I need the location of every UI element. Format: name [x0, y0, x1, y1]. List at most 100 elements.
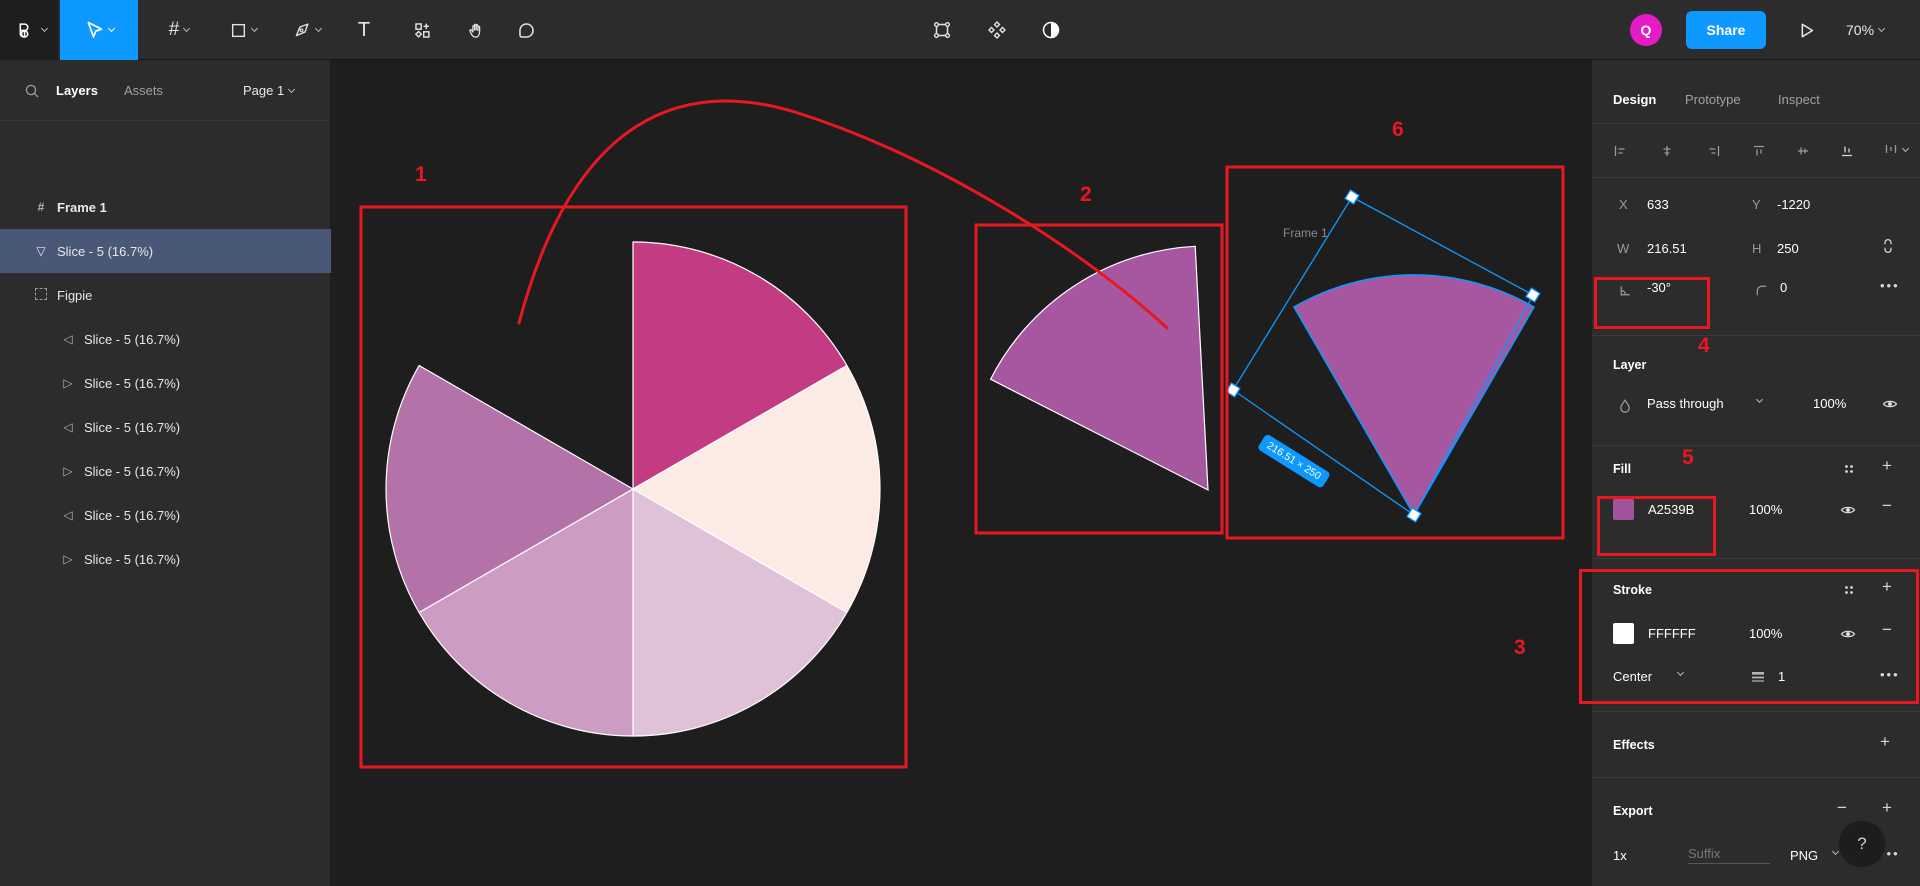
align-top-icon[interactable] [1752, 144, 1766, 158]
layer-name: Slice - 5 (16.7%) [84, 552, 180, 567]
layer-row-slice[interactable]: ▷ Slice - 5 (16.7%) [0, 537, 331, 581]
present-button[interactable] [1786, 0, 1826, 60]
layer-row-slice[interactable]: ◁ Slice - 5 (16.7%) [0, 493, 331, 537]
eye-icon[interactable] [1840, 626, 1856, 642]
corner-radius-input[interactable]: 0 [1780, 280, 1787, 295]
share-button[interactable]: Share [1686, 11, 1766, 49]
layer-section: Layer Pass through 100% [1592, 336, 1920, 446]
layer-row-slice[interactable]: ◁ Slice - 5 (16.7%) [0, 405, 331, 449]
fill-opacity-input[interactable]: 100% [1749, 502, 1782, 517]
stroke-more-options-icon[interactable]: ••• [1880, 667, 1900, 682]
mask-button[interactable] [1031, 0, 1071, 60]
zoom-menu[interactable]: 70% [1846, 0, 1884, 60]
layer-row-slice-selected[interactable]: ▽ Slice - 5 (16.7%) [0, 229, 331, 273]
tidy-up-icon [1884, 142, 1898, 156]
tab-prototype[interactable]: Prototype [1685, 92, 1741, 107]
tab-design[interactable]: Design [1613, 92, 1656, 107]
align-horizontal-center-icon[interactable] [1660, 144, 1674, 158]
triangle-right-icon: ▷ [60, 376, 76, 390]
move-tool-button[interactable] [60, 0, 138, 60]
export-scale-select[interactable]: 1x [1613, 848, 1627, 863]
add-export-button[interactable]: + [1882, 798, 1892, 818]
layer-name: Slice - 5 (16.7%) [84, 332, 180, 347]
search-icon[interactable] [24, 83, 40, 99]
distribute-menu[interactable] [1884, 142, 1908, 156]
width-input[interactable]: 216.51 [1647, 241, 1687, 256]
stroke-styles-icon[interactable] [1842, 583, 1856, 597]
resources-tool-button[interactable] [398, 0, 446, 60]
selection-handle[interactable] [1407, 508, 1421, 522]
layer-opacity-input[interactable]: 100% [1813, 396, 1846, 411]
constrain-proportions-icon[interactable] [1880, 238, 1896, 254]
selection-handle[interactable] [1526, 288, 1540, 302]
align-bottom-icon[interactable] [1840, 144, 1854, 158]
stroke-align-select[interactable]: Center [1613, 669, 1652, 684]
add-effect-button[interactable]: + [1880, 732, 1890, 752]
add-stroke-button[interactable]: + [1882, 577, 1892, 597]
canvas[interactable] [331, 60, 1591, 886]
eye-icon[interactable] [1840, 502, 1856, 518]
create-component-button[interactable] [977, 0, 1017, 60]
blend-mode-select[interactable]: Pass through [1647, 396, 1724, 411]
frame-tool-button[interactable]: # [150, 0, 208, 60]
more-options-icon[interactable]: ••• [1880, 278, 1900, 293]
add-fill-button[interactable]: + [1882, 456, 1892, 476]
figma-menu-button[interactable] [0, 0, 58, 60]
zoom-level: 70% [1846, 22, 1874, 38]
fill-color-swatch[interactable] [1613, 499, 1634, 520]
stroke-hex-input[interactable]: FFFFFF [1648, 626, 1696, 641]
comment-tool-button[interactable] [502, 0, 550, 60]
selection-handle[interactable] [1345, 190, 1359, 204]
triangle-left-icon: ◁ [60, 508, 76, 522]
layer-row-slice[interactable]: ▷ Slice - 5 (16.7%) [0, 449, 331, 493]
stroke-color-swatch[interactable] [1613, 623, 1634, 644]
hand-tool-button[interactable] [452, 0, 500, 60]
export-format-select[interactable]: PNG [1790, 848, 1818, 863]
rotation-input[interactable]: -30° [1647, 280, 1671, 295]
text-tool-button[interactable]: T [342, 0, 386, 60]
annotation-number-1: 1 [415, 163, 427, 187]
tab-layers[interactable]: Layers [56, 60, 98, 121]
chevron-down-icon [1878, 25, 1885, 32]
canvas-frame-label[interactable]: Frame 1 [1283, 226, 1328, 240]
stroke-opacity-input[interactable]: 100% [1749, 626, 1782, 641]
height-input[interactable]: 250 [1777, 241, 1799, 256]
stroke-weight-icon [1750, 670, 1766, 684]
frame-tool-icon: # [169, 19, 180, 41]
layer-row-figpie[interactable]: Figpie [0, 273, 331, 317]
effects-section: Effects + [1592, 712, 1920, 778]
chevron-down-icon [315, 25, 322, 32]
export-suffix-input[interactable] [1688, 844, 1770, 864]
layer-row-frame1[interactable]: # Frame 1 [0, 185, 331, 229]
align-right-icon[interactable] [1707, 144, 1721, 158]
annotation-number-2: 2 [1080, 183, 1092, 207]
pen-tool-button[interactable] [278, 0, 336, 60]
selected-pie-slice[interactable] [1294, 275, 1534, 515]
y-input[interactable]: -1220 [1777, 197, 1810, 212]
avatar[interactable]: Q [1630, 14, 1662, 46]
shape-tool-button[interactable] [214, 0, 272, 60]
fill-section: Fill + A2539B 100% − [1592, 446, 1920, 559]
x-input[interactable]: 633 [1647, 197, 1669, 212]
remove-stroke-button[interactable]: − [1882, 620, 1892, 640]
tab-assets[interactable]: Assets [124, 60, 163, 121]
stroke-section: Stroke + FFFFFF 100% − Center 1 ••• [1592, 559, 1920, 712]
layer-row-slice[interactable]: ◁ Slice - 5 (16.7%) [0, 317, 331, 361]
help-button[interactable]: ? [1838, 820, 1886, 868]
tab-inspect[interactable]: Inspect [1778, 92, 1820, 107]
align-vertical-center-icon[interactable] [1796, 144, 1810, 158]
fill-hex-input[interactable]: A2539B [1648, 502, 1694, 517]
eye-icon[interactable] [1882, 396, 1898, 412]
export-section-title: Export [1613, 804, 1653, 818]
layer-name: Slice - 5 (16.7%) [84, 508, 180, 523]
edit-object-button[interactable] [922, 0, 962, 60]
remove-fill-button[interactable]: − [1882, 496, 1892, 516]
detached-pie-slice[interactable] [991, 246, 1208, 490]
remove-export-button[interactable]: − [1837, 798, 1847, 818]
fill-styles-icon[interactable] [1842, 462, 1856, 476]
stroke-weight-input[interactable]: 1 [1778, 669, 1785, 684]
chevron-down-icon [183, 25, 190, 32]
page-selector[interactable]: Page 1 [243, 60, 294, 121]
layer-row-slice[interactable]: ▷ Slice - 5 (16.7%) [0, 361, 331, 405]
align-left-icon[interactable] [1613, 144, 1627, 158]
